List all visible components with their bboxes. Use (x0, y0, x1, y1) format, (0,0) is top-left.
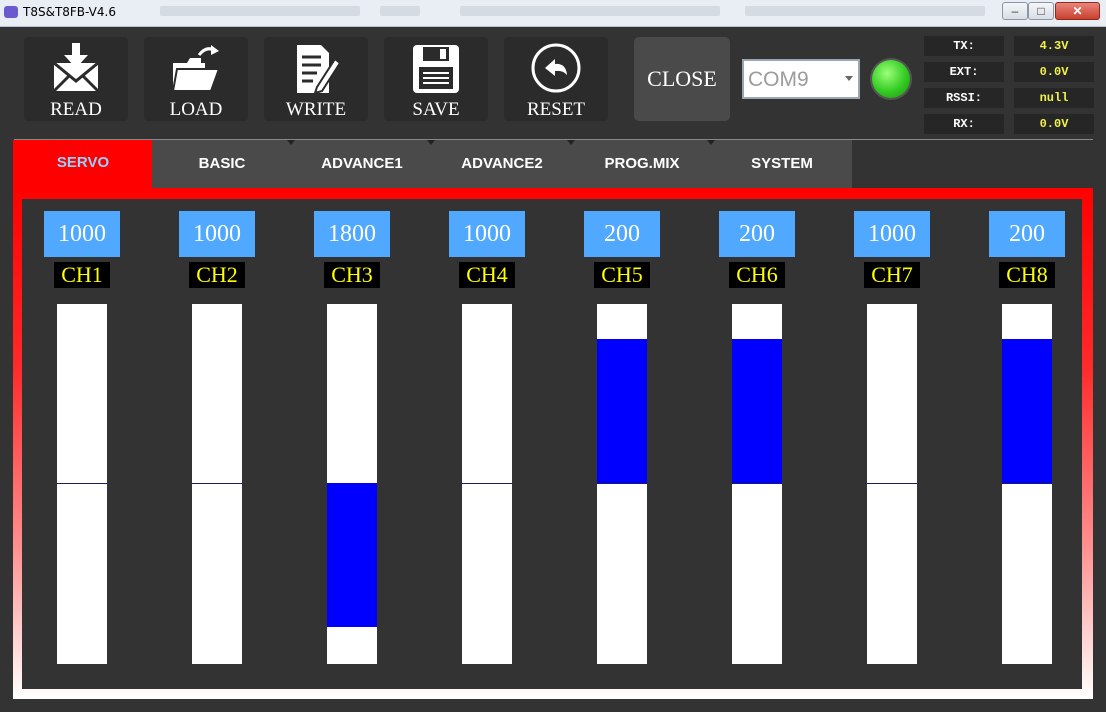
com-port-value: COM9 (748, 68, 809, 91)
channel-label: CH7 (864, 262, 920, 288)
channel-center-line (1002, 483, 1052, 484)
channel-label: CH5 (594, 262, 650, 288)
ext-label: EXT: (924, 62, 1004, 82)
document-edit-icon (297, 45, 341, 95)
rx-value: 0.0V (1014, 114, 1094, 134)
channel-bar-fill (732, 339, 782, 483)
title-bar-ghost-text (160, 6, 360, 16)
channel-center-line (192, 483, 242, 484)
channel-center-line (732, 483, 782, 484)
tab-system[interactable]: SYSTEM (712, 140, 852, 188)
tab-separator-notch (287, 140, 295, 145)
close-connection-button[interactable]: CLOSE (634, 37, 730, 121)
channel-bar-fill (327, 483, 377, 627)
channel-label: CH2 (189, 262, 245, 288)
minimize-button[interactable]: – (1002, 2, 1028, 20)
com-port-select[interactable]: COM9 (742, 59, 860, 99)
floppy-disk-icon (413, 45, 459, 93)
window-close-button[interactable]: ✕ (1055, 2, 1100, 20)
channel-center-line (597, 483, 647, 484)
maximize-button[interactable]: □ (1028, 2, 1054, 20)
load-button[interactable]: LOAD (144, 37, 248, 121)
channel-label: CH1 (54, 262, 110, 288)
channel-value[interactable]: 200 (719, 211, 795, 257)
undo-arrow-icon (531, 43, 581, 93)
app-icon (4, 6, 18, 18)
channel-label: CH8 (999, 262, 1055, 288)
channel-label: CH3 (324, 262, 380, 288)
channel-bar[interactable] (732, 304, 782, 664)
rx-label: RX: (924, 114, 1004, 134)
tx-value: 4.3V (1014, 36, 1094, 56)
channel-bar-fill (597, 339, 647, 483)
write-button[interactable]: WRITE (264, 37, 368, 121)
channel-value[interactable]: 1000 (179, 211, 255, 257)
channel-bar[interactable] (1002, 304, 1052, 664)
servo-panel (22, 199, 1082, 689)
chevron-down-icon (845, 76, 853, 81)
rssi-label: RSSI: (924, 88, 1004, 108)
save-label: SAVE (412, 99, 460, 120)
tab-separator-notch (427, 140, 435, 145)
tab-advance2[interactable]: ADVANCE2 (432, 140, 572, 188)
channel-bar[interactable] (867, 304, 917, 664)
save-button[interactable]: SAVE (384, 37, 488, 121)
channel-value[interactable]: 1000 (854, 211, 930, 257)
channel-bar[interactable] (192, 304, 242, 664)
title-bar-ghost-text (745, 6, 985, 16)
reset-button[interactable]: RESET (504, 37, 608, 121)
folder-open-icon (171, 45, 221, 92)
channel-bar[interactable] (57, 304, 107, 664)
channel-value[interactable]: 200 (584, 211, 660, 257)
read-label: READ (50, 99, 102, 120)
channel-center-line (462, 483, 512, 484)
tab-prog-mix[interactable]: PROG.MIX (572, 140, 712, 188)
ext-value: 0.0V (1014, 62, 1094, 82)
tab-separator-notch (707, 140, 715, 145)
rssi-value: null (1014, 88, 1094, 108)
tab-advance1[interactable]: ADVANCE1 (292, 140, 432, 188)
tab-servo[interactable]: SERVO (13, 140, 153, 188)
window-title: T8S&T8FB-V4.6 (23, 5, 116, 19)
channel-label: CH4 (459, 262, 515, 288)
title-bar-ghost-text (460, 6, 720, 16)
tab-basic[interactable]: BASIC (152, 140, 292, 188)
channel-value[interactable]: 1000 (44, 211, 120, 257)
channel-bar[interactable] (462, 304, 512, 664)
channel-value[interactable]: 1800 (314, 211, 390, 257)
channel-bar[interactable] (597, 304, 647, 664)
channel-center-line (867, 483, 917, 484)
load-label: LOAD (169, 99, 223, 120)
channel-value[interactable]: 1000 (449, 211, 525, 257)
tab-separator-notch (567, 140, 575, 145)
tx-label: TX: (924, 36, 1004, 56)
title-bar: T8S&T8FB-V4.6 – □ ✕ (0, 0, 1106, 27)
read-button[interactable]: READ (24, 37, 128, 121)
connection-status-icon (872, 60, 910, 98)
channel-label: CH6 (729, 262, 785, 288)
channel-bar[interactable] (327, 304, 377, 664)
channel-bar-fill (1002, 339, 1052, 483)
envelope-download-icon (52, 43, 100, 93)
title-bar-ghost-text (380, 6, 420, 16)
reset-label: RESET (526, 99, 586, 120)
channel-center-line (57, 483, 107, 484)
write-label: WRITE (285, 99, 347, 120)
channel-value[interactable]: 200 (989, 211, 1065, 257)
